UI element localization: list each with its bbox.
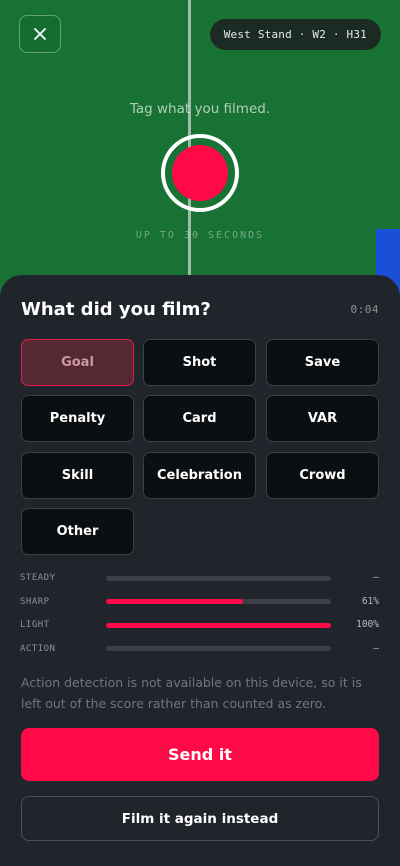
metric-bar-light [106,623,331,628]
camera-viewfinder: West Stand · W2 · H31 Tag what you filme… [0,0,400,300]
close-button[interactable] [19,15,61,53]
metric-fill-light [106,623,331,628]
metric-bar-action [106,646,331,651]
metric-fill-sharp [106,599,244,604]
tag-crowd[interactable]: Crowd [266,452,379,499]
seat-location-badge: West Stand · W2 · H31 [209,19,381,50]
recording-limit-text: UP TO 30 SECONDS [135,230,265,241]
sheet-title: What did you film? [21,299,211,320]
tag-other[interactable]: Other [21,508,134,555]
metric-label-action: ACTION [20,644,56,654]
tag-var[interactable]: VAR [266,395,379,442]
metric-value-action: — [373,643,379,654]
tag-card[interactable]: Card [143,395,256,442]
clip-duration: 0:04 [350,303,379,316]
metric-value-steady: — [373,572,379,583]
close-icon [34,28,46,40]
metric-label-steady: STEADY [20,573,56,583]
send-button[interactable]: Send it [21,728,379,781]
tag-celebration[interactable]: Celebration [143,452,256,499]
metric-label-light: LIGHT [20,620,50,630]
record-button[interactable] [161,134,239,212]
record-dot [172,145,228,201]
tag-sheet: What did you film? 0:04 Goal Shot Save P… [0,275,400,866]
tag-skill[interactable]: Skill [21,452,134,499]
metric-bar-sharp [106,599,331,604]
metric-value-sharp: 61% [361,596,379,607]
tag-goal[interactable]: Goal [21,339,134,386]
metric-value-light: 100% [356,619,379,630]
film-again-button[interactable]: Film it again instead [21,796,379,841]
metric-label-sharp: SHARP [20,597,50,607]
metric-bar-steady [106,576,331,581]
tag-save[interactable]: Save [266,339,379,386]
camera-prompt: Tag what you filmed. [129,101,271,117]
tag-penalty[interactable]: Penalty [21,395,134,442]
tag-shot[interactable]: Shot [143,339,256,386]
score-note: Action detection is not available on thi… [21,675,362,711]
